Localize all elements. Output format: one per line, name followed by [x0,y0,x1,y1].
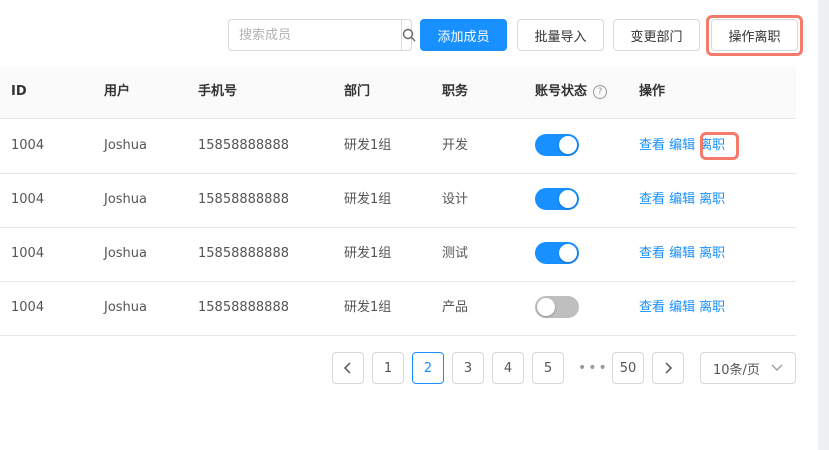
table-header: ID 用户 手机号 部门 职务 账号状态? 操作 [0,66,796,119]
page-button-last[interactable]: 50 [612,352,644,384]
next-page-button[interactable] [652,352,684,384]
cell-department: 研发1组 [344,138,392,153]
search-button[interactable] [401,20,416,50]
resign-link[interactable]: 离职 [699,246,725,261]
change-department-button[interactable]: 变更部门 [613,19,700,51]
search-icon [402,28,416,42]
edit-link[interactable]: 编辑 [669,300,695,315]
view-link[interactable]: 查看 [639,138,665,153]
page-button[interactable]: 5 [532,352,564,384]
column-header-title: 职务 [442,84,469,99]
highlight-resign-operation [706,15,803,56]
chevron-right-icon [665,362,673,374]
column-header-status: 账号状态? [535,66,608,118]
view-link[interactable]: 查看 [639,246,665,261]
table-row: 1004 Joshua 15858888888 研发1组 测试 查看 编辑 离职 [0,227,796,282]
table-row: 1004 Joshua 15858888888 研发1组 开发 查看 编辑 离职 [0,119,796,174]
column-header-user: 用户 [104,84,131,99]
cell-user: Joshua [104,246,148,261]
toggle-knob [559,244,577,262]
chevron-down-icon [771,364,783,371]
edit-link[interactable]: 编辑 [669,192,695,207]
cell-phone: 15858888888 [198,138,289,153]
table-row: 1004 Joshua 15858888888 研发1组 产品 查看 编辑 离职 [0,281,796,336]
batch-import-button[interactable]: 批量导入 [517,19,604,51]
table-row: 1004 Joshua 15858888888 研发1组 设计 查看 编辑 离职 [0,173,796,228]
edit-link[interactable]: 编辑 [669,246,695,261]
search-box [228,19,416,51]
column-header-phone: 手机号 [198,84,238,99]
page-button[interactable]: 4 [492,352,524,384]
page-button[interactable]: 3 [452,352,484,384]
cell-phone: 15858888888 [198,246,289,261]
cell-phone: 15858888888 [198,192,289,207]
status-toggle[interactable] [535,188,579,210]
cell-phone: 15858888888 [198,300,289,315]
cell-user: Joshua [104,192,148,207]
main-panel: 添加成员 批量导入 变更部门 操作离职 ID 用户 手机号 部门 职务 账号状态… [0,0,818,450]
scrollbar-track [818,0,829,450]
cell-id: 1004 [11,138,45,153]
cell-user: Joshua [104,138,148,153]
page-size-select[interactable]: 10条/页 [700,352,796,384]
toggle-knob [559,190,577,208]
cell-title: 设计 [442,192,469,207]
help-icon[interactable]: ? [593,84,608,99]
prev-page-button[interactable] [332,352,364,384]
cell-id: 1004 [11,192,45,207]
page-ellipsis[interactable]: ••• [578,352,609,384]
page-size-value: 10条/页 [713,362,760,378]
status-toggle[interactable] [535,242,579,264]
cell-title: 测试 [442,246,469,261]
view-link[interactable]: 查看 [639,192,665,207]
column-header-actions: 操作 [639,84,666,99]
toggle-knob [537,298,555,316]
resign-link[interactable]: 离职 [699,300,725,315]
page-button[interactable]: 1 [372,352,404,384]
page-button-current[interactable]: 2 [412,352,444,384]
highlight-resign-link [700,132,739,160]
cell-department: 研发1组 [344,300,392,315]
cell-actions: 查看 编辑 离职 [639,281,725,335]
cell-actions: 查看 编辑 离职 [639,227,725,281]
status-toggle[interactable] [535,296,579,318]
cell-user: Joshua [104,300,148,315]
add-member-button[interactable]: 添加成员 [420,19,507,51]
toggle-knob [559,136,577,154]
view-link[interactable]: 查看 [639,300,665,315]
search-input[interactable] [229,20,401,50]
cell-id: 1004 [11,246,45,261]
cell-id: 1004 [11,300,45,315]
resign-link[interactable]: 离职 [699,192,725,207]
status-toggle[interactable] [535,134,579,156]
edit-link[interactable]: 编辑 [669,138,695,153]
column-header-department: 部门 [344,84,371,99]
status-header-label: 账号状态 [535,84,588,99]
column-header-id: ID [11,84,27,99]
cell-department: 研发1组 [344,246,392,261]
cell-title: 产品 [442,300,469,315]
cell-title: 开发 [442,138,469,153]
cell-department: 研发1组 [344,192,392,207]
cell-actions: 查看 编辑 离职 [639,173,725,227]
chevron-left-icon [343,362,351,374]
